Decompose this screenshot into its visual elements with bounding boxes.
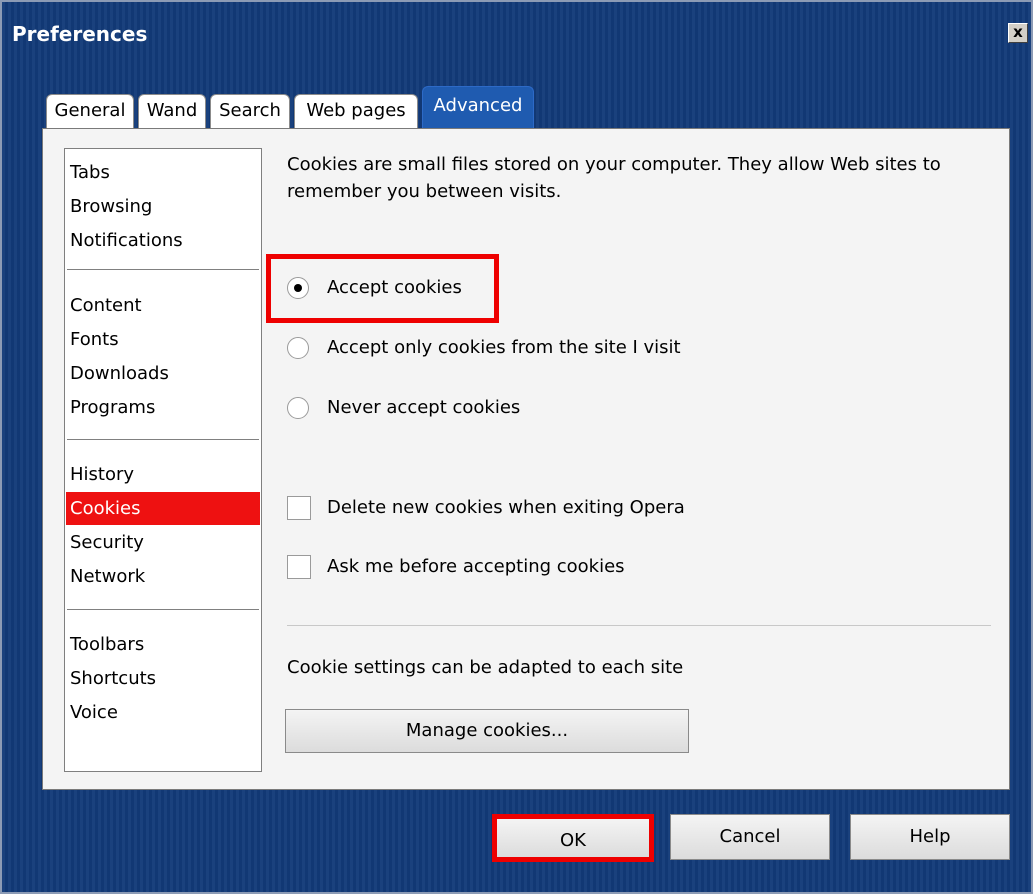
close-button[interactable]: x [1008, 23, 1028, 43]
sidebar-item-history[interactable]: History [66, 458, 260, 491]
list-separator [67, 439, 259, 440]
sidebar-item-security[interactable]: Security [66, 526, 260, 559]
site-settings-text: Cookie settings can be adapted to each s… [287, 657, 684, 678]
sidebar-item-notifications[interactable]: Notifications [66, 224, 260, 257]
sidebar-item-tabs[interactable]: Tabs [66, 156, 260, 189]
sidebar-item-shortcuts[interactable]: Shortcuts [66, 662, 260, 695]
sidebar-item-network[interactable]: Network [66, 560, 260, 593]
sidebar-item-cookies[interactable]: Cookies [66, 492, 260, 525]
cancel-button[interactable]: Cancel [670, 814, 830, 860]
manage-cookies-button[interactable]: Manage cookies... [285, 709, 689, 753]
checkbox-icon[interactable] [287, 555, 311, 579]
radio-button-icon[interactable] [287, 397, 309, 419]
checkbox-icon[interactable] [287, 496, 311, 520]
checkbox-delete-on-exit-label: Delete new cookies when exiting Opera [327, 497, 685, 518]
help-button[interactable]: Help [850, 814, 1010, 860]
radio-button-icon[interactable] [287, 337, 309, 359]
radio-never-accept-cookies-label: Never accept cookies [327, 397, 521, 418]
category-list: Tabs Browsing Notifications Content Font… [64, 148, 262, 772]
tab-advanced[interactable]: Advanced [422, 86, 534, 128]
radio-selected-dot [294, 284, 302, 292]
sidebar-item-toolbars[interactable]: Toolbars [66, 628, 260, 661]
sidebar-item-browsing[interactable]: Browsing [66, 190, 260, 223]
preferences-dialog: Preferences x General Wand Search Web pa… [0, 0, 1033, 894]
tab-search[interactable]: Search [210, 94, 290, 128]
tab-general[interactable]: General [46, 94, 134, 128]
radio-accept-site-cookies-label: Accept only cookies from the site I visi… [327, 337, 681, 358]
sidebar-item-programs[interactable]: Programs [66, 391, 260, 424]
radio-accept-cookies-label: Accept cookies [327, 277, 462, 298]
sidebar-item-fonts[interactable]: Fonts [66, 323, 260, 356]
checkbox-ask-before-accepting-label: Ask me before accepting cookies [327, 556, 625, 577]
section-divider [287, 625, 991, 626]
close-icon: x [1013, 23, 1023, 41]
radio-button-icon[interactable] [287, 277, 309, 299]
ok-button[interactable]: OK [492, 814, 654, 862]
advanced-panel: Tabs Browsing Notifications Content Font… [42, 128, 1010, 790]
list-separator [67, 269, 259, 270]
window-title: Preferences [12, 22, 148, 46]
list-separator [67, 609, 259, 610]
sidebar-item-content[interactable]: Content [66, 289, 260, 322]
tab-wand[interactable]: Wand [138, 94, 206, 128]
sidebar-item-voice[interactable]: Voice [66, 696, 260, 729]
sidebar-item-downloads[interactable]: Downloads [66, 357, 260, 390]
tab-web-pages[interactable]: Web pages [294, 94, 418, 128]
cookies-description: Cookies are small files stored on your c… [287, 154, 941, 202]
title-bar: Preferences x [2, 2, 1031, 64]
